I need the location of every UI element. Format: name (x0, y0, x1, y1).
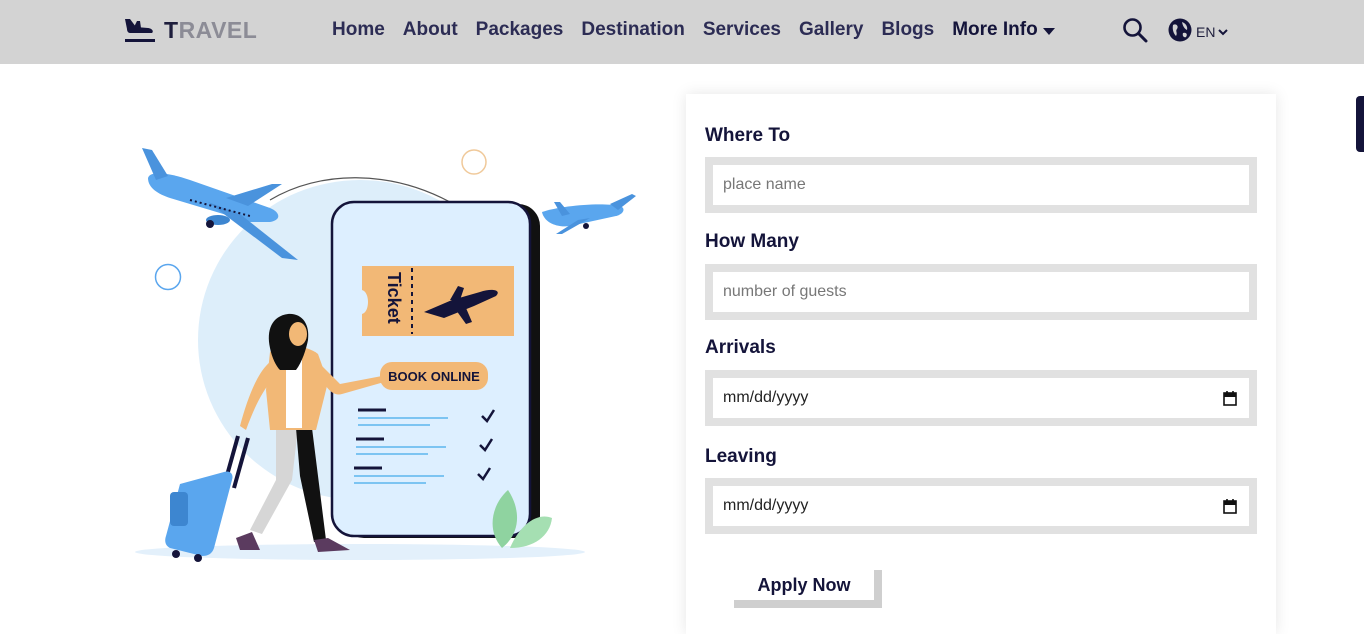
logo-text: TRAVEL (164, 17, 257, 44)
where-to-field-frame (705, 157, 1257, 213)
language-code: EN (1196, 23, 1216, 40)
how-many-label: How Many (705, 231, 799, 252)
arrivals-date-input[interactable]: mm/dd/yyyy (713, 378, 1249, 418)
nav-blogs[interactable]: Blogs (881, 19, 934, 41)
where-to-label: Where To (705, 125, 791, 146)
globe-icon (1168, 18, 1192, 42)
leaving-date-input[interactable]: mm/dd/yyyy (713, 486, 1249, 526)
book-online-text: BOOK ONLINE (388, 369, 480, 384)
nav-packages[interactable]: Packages (476, 19, 564, 41)
language-selector[interactable]: EN (1167, 17, 1229, 43)
how-many-input[interactable] (713, 272, 1249, 312)
caret-down-icon (1042, 27, 1055, 35)
nav-home[interactable]: Home (332, 19, 385, 41)
scrollbar-thumb[interactable] (1356, 96, 1364, 152)
plane-landing-icon (125, 19, 155, 42)
chevron-down-icon (1218, 29, 1229, 36)
booking-form: Where To How Many Arrivals mm/dd/yyyy Le… (686, 94, 1276, 634)
main-nav: Home About Packages Destination Services… (332, 17, 1055, 43)
nav-gallery[interactable]: Gallery (799, 19, 863, 41)
nav-destination[interactable]: Destination (581, 19, 684, 41)
arrivals-date-value: mm/dd/yyyy (723, 389, 809, 406)
nav-about[interactable]: About (403, 19, 458, 41)
nav-services[interactable]: Services (703, 19, 781, 41)
leaving-date-value: mm/dd/yyyy (723, 497, 809, 514)
leaving-field-frame: mm/dd/yyyy (705, 478, 1257, 534)
arrivals-label: Arrivals (705, 337, 776, 358)
navbar: TRAVEL Home About Packages Destination S… (0, 0, 1364, 64)
phone-mockup: Ticket BOOK ONLINE (330, 200, 540, 538)
leaving-label: Leaving (705, 446, 777, 467)
arrivals-field-frame: mm/dd/yyyy (705, 370, 1257, 426)
calendar-icon[interactable] (1223, 498, 1237, 514)
calendar-icon[interactable] (1223, 390, 1237, 406)
logo-first-letter: T (164, 16, 179, 43)
apply-now-button[interactable]: Apply Now (734, 570, 874, 600)
search-icon[interactable] (1121, 16, 1149, 44)
logo[interactable]: TRAVEL (122, 14, 257, 46)
ticket-text: Ticket (384, 272, 404, 324)
where-to-input[interactable] (713, 165, 1249, 205)
more-info-label: More Info (952, 19, 1038, 40)
decor-circle-orange (461, 149, 487, 175)
booking-illustration: Ticket BOOK ONLINE (135, 148, 636, 562)
airplane-large-icon (142, 148, 298, 260)
nav-more-info[interactable]: More Info (952, 19, 1055, 41)
decor-circle-blue (154, 263, 182, 291)
airplane-small-icon (542, 194, 636, 234)
apply-button-wrap: Apply Now (734, 570, 884, 608)
ticket-card: Ticket (362, 266, 514, 336)
logo-rest: RAVEL (178, 16, 258, 43)
how-many-field-frame (705, 264, 1257, 320)
